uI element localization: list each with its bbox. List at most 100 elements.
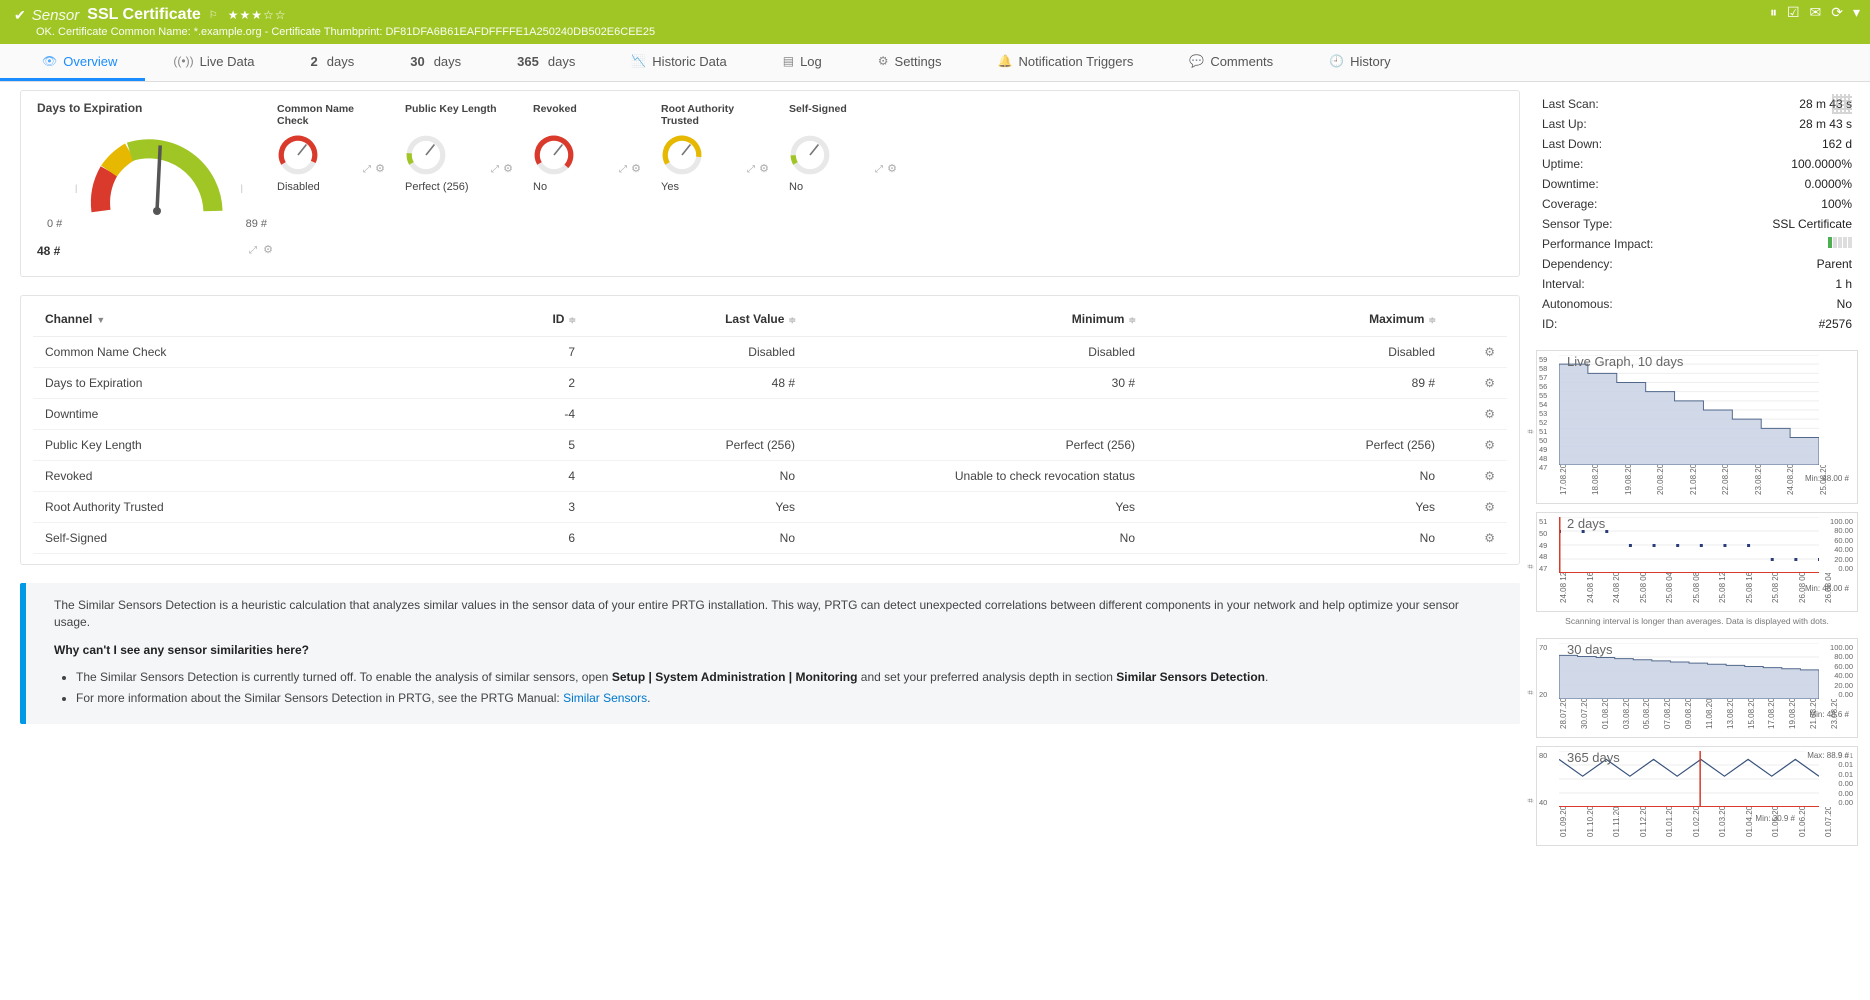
primary-gauge-value: 48 # — [37, 244, 277, 258]
expand-icon[interactable]: ⤢ — [747, 164, 755, 175]
refresh-icon[interactable]: ⟳ — [1831, 4, 1843, 21]
detail-row: Last Up:28 m 43 s — [1538, 114, 1856, 134]
tab-comments[interactable]: 💬Comments — [1161, 44, 1301, 81]
similar-sensors-info: The Similar Sensors Detection is a heuri… — [20, 583, 1520, 724]
expand-icon[interactable]: ⤢ — [875, 164, 883, 175]
detail-row: Uptime:100.0000% — [1538, 154, 1856, 174]
info-question: Why can't I see any sensor similarities … — [54, 642, 1492, 659]
gear-icon[interactable]: ⚙ — [887, 162, 897, 175]
cell-max: Yes — [1147, 492, 1447, 523]
gear-icon[interactable]: ⚙ — [1484, 376, 1495, 390]
cell-last: 48 # — [587, 368, 807, 399]
col-id[interactable]: ID≑ — [507, 302, 587, 337]
detail-key: Last Scan: — [1542, 97, 1599, 111]
tab-live-data[interactable]: ((•))Live Data — [145, 44, 282, 81]
pause-icon[interactable]: ⏸ — [1770, 4, 1777, 21]
cell-id: -4 — [507, 399, 587, 430]
cell-min: 30 # — [807, 368, 1147, 399]
gear-icon[interactable]: ⚙ — [1484, 345, 1495, 359]
col-min[interactable]: Minimum≑ — [807, 302, 1147, 337]
tab-icon: 📉 — [631, 54, 646, 68]
mini-gauge: Common Name Check Disabled ⤢ ⚙ — [277, 103, 387, 193]
mini-chart[interactable]: # 5150494847 100.0080.0060.0040.0020.000… — [1536, 512, 1858, 612]
cell-channel: Self-Signed — [33, 523, 507, 554]
tab-history[interactable]: 🕘History — [1301, 44, 1418, 81]
detail-row: Performance Impact: — [1538, 234, 1856, 254]
tab-days[interactable]: 30days — [382, 44, 489, 81]
tab-icon: 🕘 — [1329, 54, 1344, 68]
gear-icon[interactable]: ⚙ — [1484, 407, 1495, 421]
col-channel[interactable]: Channel▼ — [33, 302, 507, 337]
channel-table: Channel▼ ID≑ Last Value≑ Minimum≑ Maximu… — [33, 302, 1507, 554]
tab-historic-data[interactable]: 📉Historic Data — [603, 44, 754, 81]
mini-chart[interactable]: # 8040 0.010.010.010.000.000.00 365 days… — [1536, 746, 1858, 846]
detail-value: 100.0000% — [1791, 157, 1852, 171]
mini-gauge-value: Disabled — [277, 181, 387, 193]
manual-link[interactable]: Similar Sensors — [563, 691, 647, 705]
sensor-details: Last Scan:28 m 43 sLast Up:28 m 43 sLast… — [1536, 90, 1858, 342]
mini-gauge: Public Key Length Perfect (256) ⤢ ⚙ — [405, 103, 515, 193]
cell-id: 5 — [507, 430, 587, 461]
priority-stars[interactable]: ★★★☆☆ — [228, 8, 287, 22]
expand-icon[interactable]: ⤢ — [249, 245, 257, 256]
pin-icon[interactable]: ⚐ — [209, 10, 218, 21]
tab-bar: 👁Overview((•))Live Data2days30days365day… — [0, 44, 1870, 82]
email-icon[interactable]: ✉ — [1810, 4, 1822, 21]
detail-value: 100% — [1821, 197, 1852, 211]
detail-key: Autonomous: — [1542, 297, 1613, 311]
tab-icon: ▤ — [783, 54, 794, 68]
cell-min: Disabled — [807, 337, 1147, 368]
gear-icon[interactable]: ⚙ — [263, 243, 273, 256]
gear-icon[interactable]: ⚙ — [1484, 438, 1495, 452]
cell-last: No — [587, 523, 807, 554]
cell-channel: Public Key Length — [33, 430, 507, 461]
tab-notification-triggers[interactable]: 🔔Notification Triggers — [970, 44, 1162, 81]
cell-id: 3 — [507, 492, 587, 523]
gear-icon[interactable]: ⚙ — [375, 162, 385, 175]
header-toolbar: ⏸ ☑ ✉ ⟳ ▾ — [1770, 4, 1860, 21]
gear-icon[interactable]: ⚙ — [1484, 500, 1495, 514]
detail-key: Interval: — [1542, 277, 1585, 291]
gear-icon[interactable]: ⚙ — [1484, 531, 1495, 545]
mini-gauge-value: Yes — [661, 181, 771, 193]
col-max[interactable]: Maximum≑ — [1147, 302, 1447, 337]
gear-icon[interactable]: ⚙ — [1484, 469, 1495, 483]
cell-last: No — [587, 461, 807, 492]
detail-key: Last Down: — [1542, 137, 1602, 151]
detail-key: Downtime: — [1542, 177, 1599, 191]
mini-chart[interactable]: # 59585756555453525150494847 Live Graph,… — [1536, 350, 1858, 504]
qr-icon[interactable] — [1832, 94, 1852, 114]
detail-key: Coverage: — [1542, 197, 1597, 211]
tab-days[interactable]: 365days — [489, 44, 603, 81]
y-axis-label: # — [1527, 429, 1536, 433]
more-icon[interactable]: ▾ — [1853, 4, 1860, 21]
detail-row: Downtime:0.0000% — [1538, 174, 1856, 194]
gear-icon[interactable]: ⚙ — [759, 162, 769, 175]
gear-icon[interactable]: ⚙ — [503, 162, 513, 175]
detail-value: #2576 — [1819, 317, 1852, 331]
detail-row: Dependency:Parent — [1538, 254, 1856, 274]
tab-log[interactable]: ▤Log — [755, 44, 850, 81]
performance-impact-bars — [1828, 237, 1852, 251]
col-last[interactable]: Last Value≑ — [587, 302, 807, 337]
cell-id: 7 — [507, 337, 587, 368]
gear-icon[interactable]: ⚙ — [631, 162, 641, 175]
expand-icon[interactable]: ⤢ — [619, 164, 627, 175]
sensor-label: Sensor — [32, 7, 80, 24]
detail-value: SSL Certificate — [1772, 217, 1852, 231]
cell-min — [807, 399, 1147, 430]
ack-icon[interactable]: ☑ — [1787, 4, 1800, 21]
tab-settings[interactable]: ⚙Settings — [850, 44, 970, 81]
tab-overview[interactable]: 👁Overview — [0, 44, 145, 81]
mini-chart[interactable]: # 7020 100.0080.0060.0040.0020.000.00 30… — [1536, 638, 1858, 738]
table-row: Downtime -4 ⚙ — [33, 399, 1507, 430]
sort-desc-icon: ▼ — [96, 315, 105, 325]
y-axis-label: # — [1527, 690, 1536, 694]
detail-key: Sensor Type: — [1542, 217, 1613, 231]
expand-icon[interactable]: ⤢ — [363, 164, 371, 175]
primary-gauge-max: 89 # — [246, 218, 267, 230]
tab-days[interactable]: 2days — [283, 44, 383, 81]
chart-svg — [1559, 517, 1819, 573]
expand-icon[interactable]: ⤢ — [491, 164, 499, 175]
table-row: Revoked 4 No Unable to check revocation … — [33, 461, 1507, 492]
